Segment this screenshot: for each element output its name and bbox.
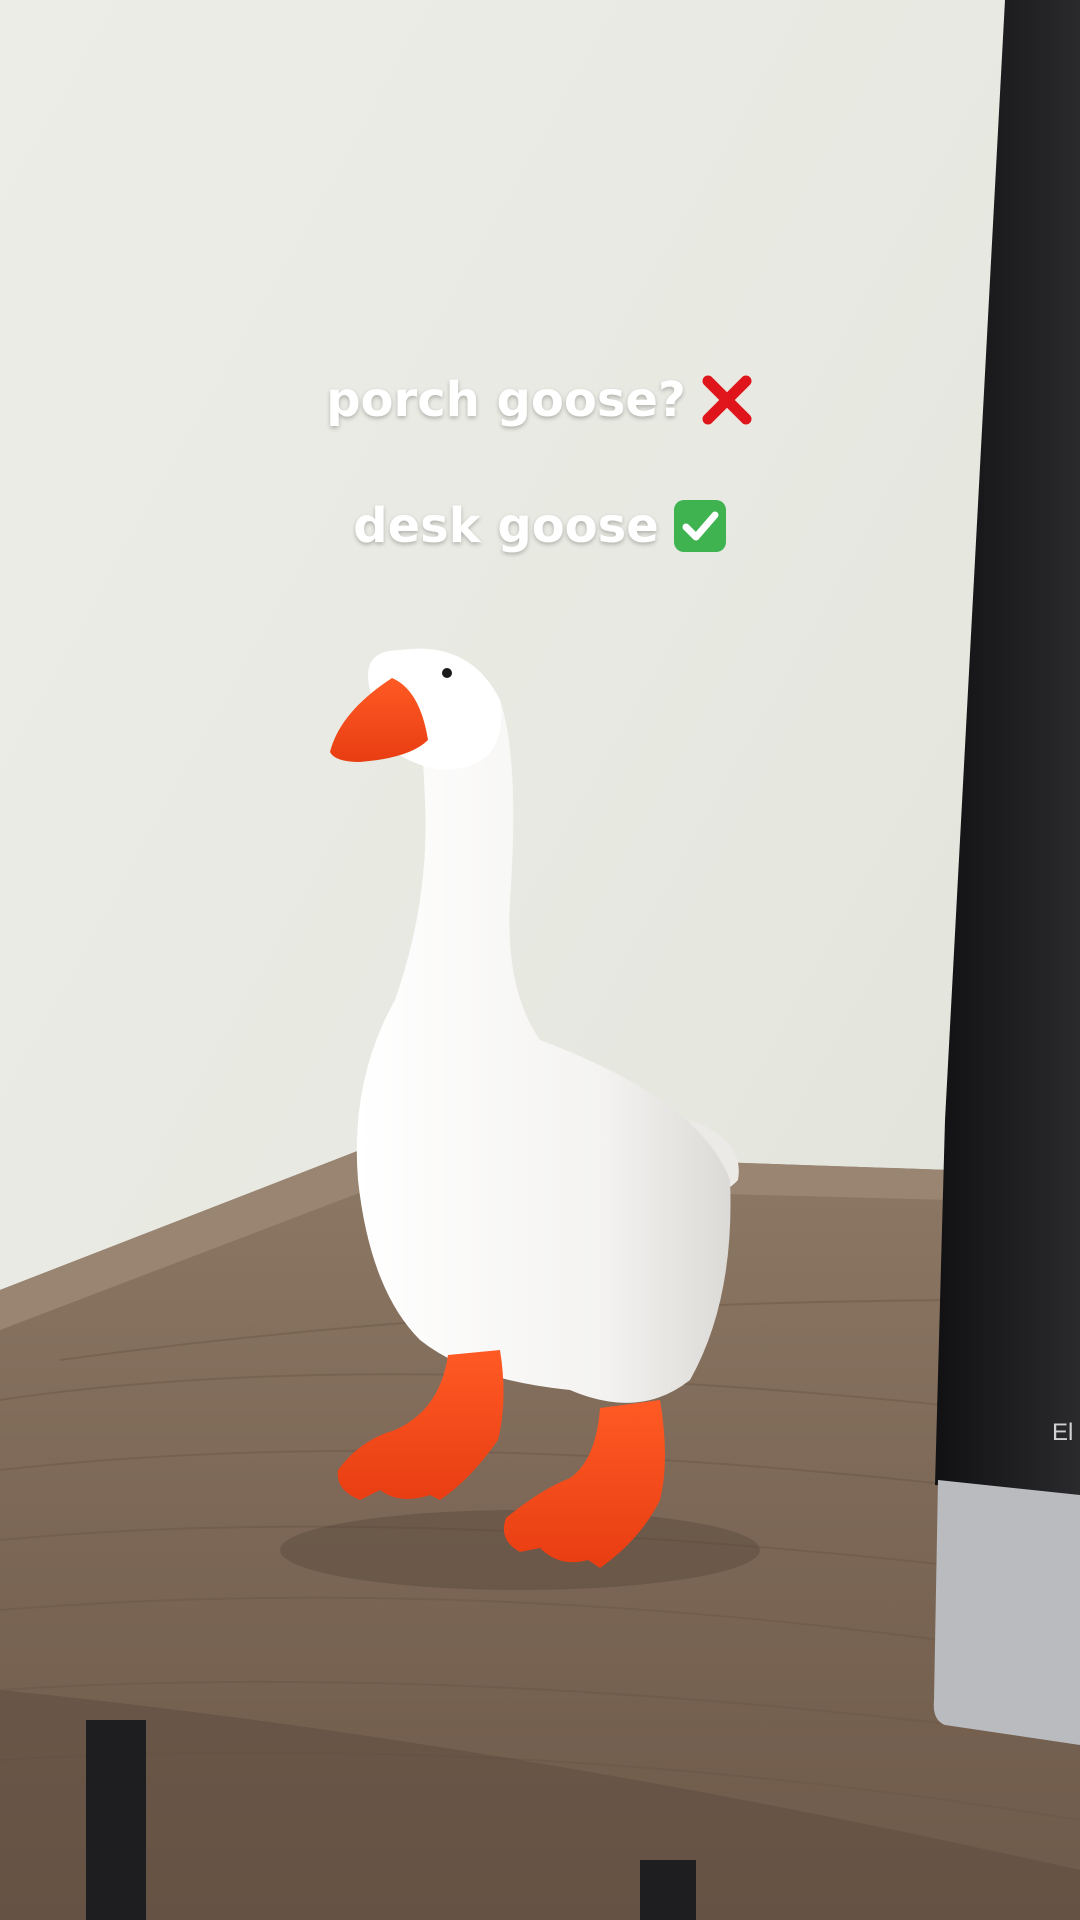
monitor-base	[933, 1480, 1080, 1745]
photo-scene: El	[0, 0, 1080, 1920]
photo-frame: El porch goose? desk goose	[0, 0, 1080, 1920]
monitor-label: El	[1052, 1419, 1073, 1446]
caption-line-1: porch goose?	[0, 372, 1080, 428]
cross-mark-icon	[702, 375, 752, 425]
check-mark-button-icon	[673, 500, 726, 552]
caption-line-2: desk goose	[0, 498, 1080, 554]
caption-line-2-text: desk goose	[353, 498, 659, 554]
table-leg-left	[86, 1720, 146, 1920]
goose-eye	[442, 668, 452, 678]
table-leg-right	[640, 1860, 696, 1920]
caption-line-1-text: porch goose?	[326, 372, 686, 428]
